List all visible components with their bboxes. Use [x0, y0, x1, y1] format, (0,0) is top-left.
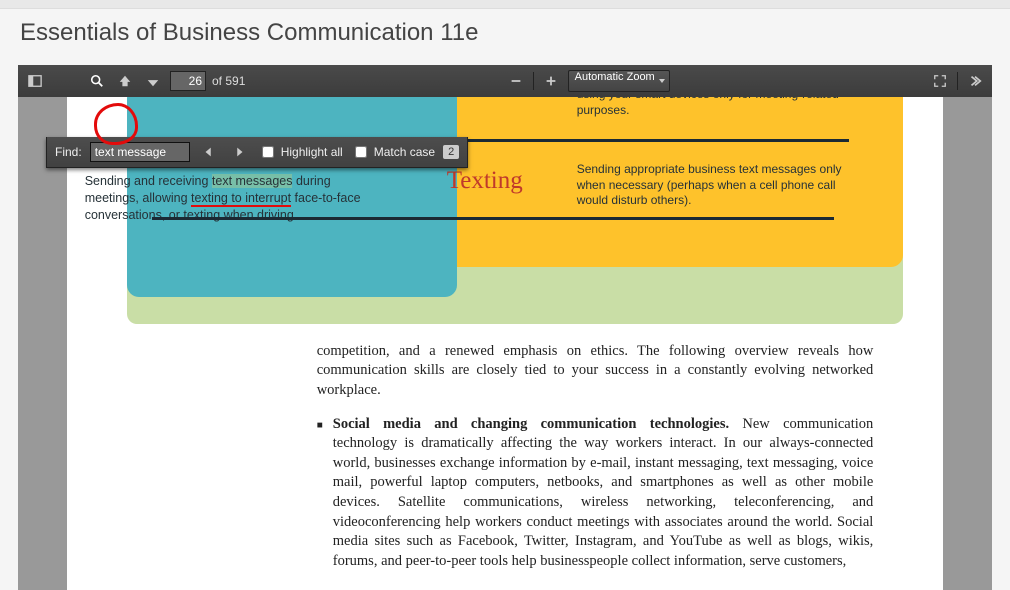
bullet-strong: Social media and changing communication …: [333, 416, 729, 432]
texting-label: Texting: [447, 167, 523, 195]
teal-text-a: Sending and receiving: [85, 174, 212, 188]
red-underline-text: texting to interrupt: [191, 191, 291, 207]
find-next-button[interactable]: [228, 141, 250, 163]
paragraph-1: competition, and a renewed emphasis on e…: [317, 342, 874, 401]
body-text-block: competition, and a renewed emphasis on e…: [317, 342, 874, 572]
pdf-toolbar: of 591 Automatic Zoom: [18, 65, 992, 97]
next-page-button[interactable]: [142, 70, 164, 92]
page-number-input[interactable]: [170, 71, 206, 91]
highlight-all-checkbox[interactable]: Highlight all: [258, 143, 343, 161]
match-count-badge: 2: [443, 145, 459, 159]
search-icon[interactable]: [86, 70, 108, 92]
match-case-input[interactable]: [355, 146, 367, 158]
bullet-rest: New communication technology is dramatic…: [333, 416, 874, 569]
page-title: Essentials of Business Communication 11e: [0, 9, 1010, 65]
match-case-label: Match case: [374, 145, 435, 159]
match-case-checkbox[interactable]: Match case: [351, 143, 435, 161]
zoom-in-button[interactable]: [540, 70, 562, 92]
prev-page-button[interactable]: [114, 70, 136, 92]
zoom-select[interactable]: Automatic Zoom: [568, 70, 670, 92]
bullet-item: ■ Social media and changing communicatio…: [317, 415, 874, 572]
search-highlight: text messages: [212, 174, 293, 188]
more-tools-button[interactable]: [964, 70, 986, 92]
find-label: Find:: [55, 145, 82, 159]
zoom-select-label: Automatic Zoom: [575, 71, 655, 83]
highlight-all-label: Highlight all: [281, 145, 343, 159]
bullet-text: Social media and changing communication …: [333, 415, 874, 572]
pdf-page: blets using your smart devices only for …: [67, 97, 944, 590]
texting-body-text: Sending appropriate business text messag…: [577, 162, 842, 209]
sidebar-toggle-button[interactable]: [24, 70, 46, 92]
document-scroll-area[interactable]: blets using your smart devices only for …: [18, 97, 992, 590]
diagram-panel: blets using your smart devices only for …: [67, 97, 944, 327]
pdf-viewer: of 591 Automatic Zoom Find: Highligh: [18, 65, 992, 590]
fullscreen-button[interactable]: [929, 70, 951, 92]
tablets-body-text: using your smart devices only for meetin…: [577, 97, 842, 118]
page-total-label: of 591: [212, 74, 245, 88]
find-bar: Find: Highlight all Match case 2: [46, 137, 468, 168]
find-prev-button[interactable]: [198, 141, 220, 163]
diagram-rule-2: [152, 217, 834, 220]
zoom-out-button[interactable]: [505, 70, 527, 92]
find-input[interactable]: [90, 142, 190, 162]
window-topbar: [0, 0, 1010, 9]
page-footer: 6 Chapter 1: Succeeding in the Social an…: [67, 571, 944, 590]
bullet-mark-icon: ■: [317, 419, 323, 572]
highlight-all-input[interactable]: [262, 146, 274, 158]
